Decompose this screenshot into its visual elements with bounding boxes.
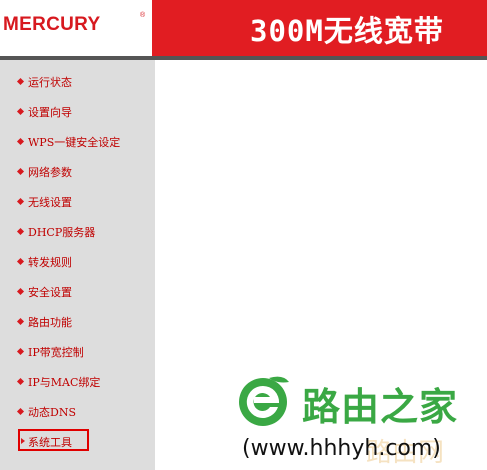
brand-logo: MERCURY ® [0,0,152,56]
bullet-icon [16,377,25,386]
sidebar-item-label: 运行状态 [28,76,72,89]
sidebar-item-forwarding[interactable]: 转发规则 [0,252,155,272]
bullet-icon [16,227,25,236]
sidebar-item-label: WPS一键安全设定 [28,136,121,149]
sidebar-item-network[interactable]: 网络参数 [0,162,155,182]
sidebar-item-bandwidth[interactable]: IP带宽控制 [0,342,155,362]
page-title: 300M无线宽带 [250,14,444,48]
registered-mark: ® [140,12,146,19]
bullet-icon [16,317,25,326]
bullet-icon [16,287,25,296]
sidebar-item-dhcp[interactable]: DHCP服务器 [0,222,155,242]
sidebar-item-label: 动态DNS [28,406,76,419]
watermark-brand: 路由之家 [302,385,459,429]
title-banner: 300M无线宽带 [152,0,487,56]
bullet-icon [16,77,25,86]
sidebar-menu: 运行状态 设置向导 WPS一键安全设定 网络参数 无线设置 DHCP服务器 转发… [0,60,155,470]
leaf-e-logo-icon [239,376,289,426]
bullet-icon [16,107,25,116]
sidebar-item-label: DHCP服务器 [28,226,96,239]
logo-text: MERCURY [3,14,101,35]
bullet-icon [16,407,25,416]
bullet-icon [16,347,25,356]
watermark-url: (www.hhhyh.com) [242,436,441,461]
header: MERCURY ® 300M无线宽带 [0,0,487,56]
sidebar-item-security[interactable]: 安全设置 [0,282,155,302]
sidebar-item-label: 无线设置 [28,196,72,209]
sidebar-item-ddns[interactable]: 动态DNS [0,402,155,422]
sidebar-item-label: IP带宽控制 [28,346,84,359]
sidebar-item-label: 转发规则 [28,256,72,269]
sidebar-item-label: IP与MAC绑定 [28,376,101,389]
sidebar-item-label: 设置向导 [28,106,72,119]
bullet-icon [16,257,25,266]
sidebar-item-wps[interactable]: WPS一键安全设定 [0,132,155,152]
bullet-icon [16,167,25,176]
bullet-icon [16,197,25,206]
sidebar-item-label: 安全设置 [28,286,72,299]
sidebar-item-status[interactable]: 运行状态 [0,72,155,92]
selected-item-highlight [18,429,89,451]
sidebar-item-setup-wizard[interactable]: 设置向导 [0,102,155,122]
sidebar-item-label: 网络参数 [28,166,72,179]
sidebar-item-wireless[interactable]: 无线设置 [0,192,155,212]
sidebar-item-routing[interactable]: 路由功能 [0,312,155,332]
arrow-right-icon [21,438,25,444]
sidebar-item-label: 路由功能 [28,316,72,329]
bullet-icon [16,137,25,146]
sidebar-item-ip-mac-binding[interactable]: IP与MAC绑定 [0,372,155,392]
